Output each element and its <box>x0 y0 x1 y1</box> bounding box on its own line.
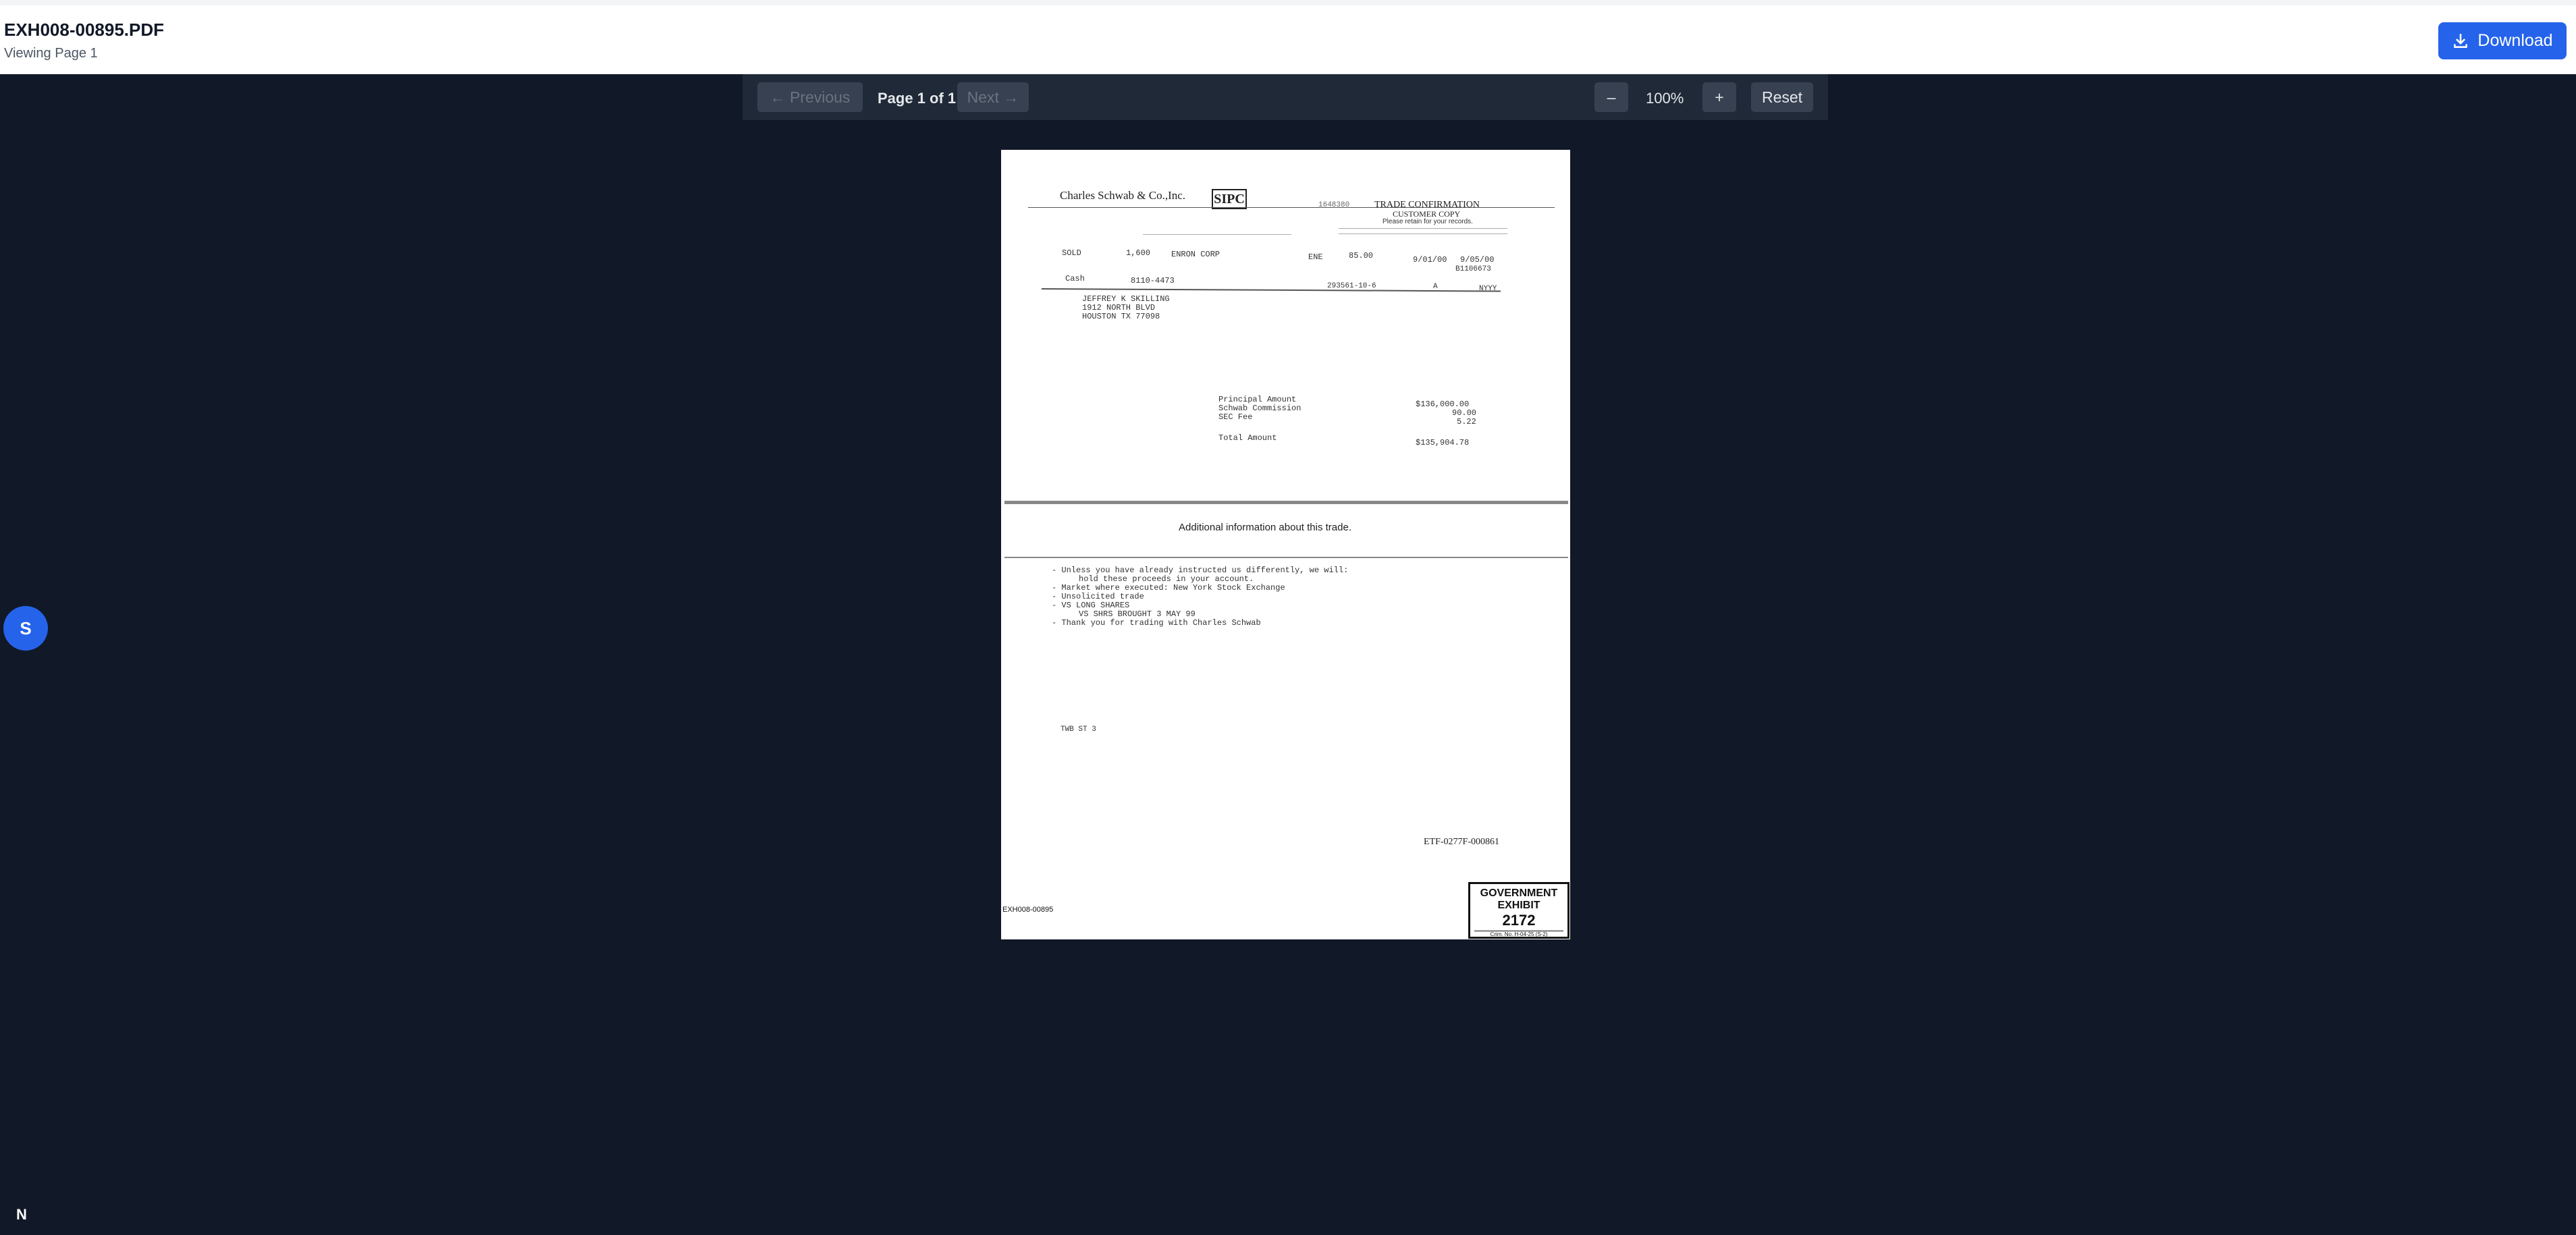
file-title: EXH008-00895.PDF <box>4 20 165 40</box>
security-description: ENRON CORP <box>1171 250 1220 259</box>
cusip-number: 293561-10-6 <box>1327 282 1376 290</box>
address-line-3: HOUSTON TX 77098 <box>1082 312 1160 321</box>
total-label: Total Amount <box>1218 433 1277 443</box>
divider <box>1028 207 1555 208</box>
file-subtitle: Viewing Page 1 <box>4 46 98 61</box>
section-rule <box>1004 557 1568 558</box>
reset-zoom-button[interactable]: Reset <box>1751 82 1813 112</box>
divider <box>1143 234 1291 235</box>
principal-value: $136,000.00 <box>1416 400 1470 409</box>
address-line-2: 1912 NORTH BLVD <box>1082 303 1156 312</box>
sec-fee-value: 5.22 <box>1457 417 1476 427</box>
stamp-line-1: GOVERNMENT <box>1480 887 1558 899</box>
trade-action: SOLD <box>1062 248 1081 258</box>
additional-info-heading: Additional information about this trade. <box>1179 522 1351 533</box>
zoom-in-button[interactable]: + <box>1702 82 1736 112</box>
note-line: - Unsolicited trade <box>1052 592 1144 601</box>
document-page: Charles Schwab & Co.,Inc. SIPC 1648380 T… <box>1001 150 1570 939</box>
divider <box>1041 288 1501 292</box>
note-line: - Market where executed: New York Stock … <box>1052 583 1285 593</box>
download-icon <box>2454 33 2468 48</box>
note-line: - Thank you for trading with Charles Sch… <box>1052 618 1261 628</box>
user-avatar[interactable]: S <box>3 606 48 651</box>
section-rule <box>1004 501 1568 504</box>
download-label: Download <box>2477 31 2553 50</box>
next-page-button[interactable]: Next → <box>957 82 1029 112</box>
stamp-case-number: Crim. No. H-04-25 (S-2) <box>1474 931 1563 937</box>
trade-price: 85.00 <box>1349 251 1374 260</box>
address-line-1: JEFFREY K SKILLING <box>1082 294 1170 304</box>
sec-fee-label: SEC Fee <box>1218 412 1253 422</box>
commission-value: 90.00 <box>1452 408 1477 418</box>
divider <box>1339 228 1507 229</box>
header-top-strip <box>0 0 2576 5</box>
account-number: 8110-4473 <box>1131 276 1175 285</box>
zoom-level: 100% <box>1646 90 1684 107</box>
government-exhibit-stamp: GOVERNMENT EXHIBIT 2172 Crim. No. H-04-2… <box>1468 882 1569 939</box>
trade-quantity: 1,600 <box>1126 248 1151 258</box>
page-indicator: Page 1 of 1 <box>878 90 957 107</box>
total-value: $135,904.78 <box>1416 438 1470 447</box>
app-logo: N <box>16 1206 27 1223</box>
security-symbol: ENE <box>1308 252 1323 262</box>
retain-notice: Please retain for your records. <box>1383 218 1473 225</box>
app-header: EXH008-00895.PDF Viewing Page 1 Download <box>0 0 2576 74</box>
note-line: hold these proceeds in your account. <box>1079 574 1254 584</box>
commission-label: Schwab Commission <box>1218 404 1302 413</box>
ref-number: 1648380 <box>1318 201 1350 209</box>
form-code: TWB ST 3 <box>1061 725 1096 734</box>
viewer-toolbar: ← Previous Page 1 of 1 Next → – 100% + R… <box>743 74 1828 120</box>
stamp-line-2: EXHIBIT <box>1497 900 1540 911</box>
account-type: Cash <box>1065 274 1085 283</box>
note-line: - VS LONG SHARES <box>1052 601 1130 610</box>
note-line: - Unless you have already instructed us … <box>1052 566 1349 575</box>
principal-label: Principal Amount <box>1218 395 1297 404</box>
stamp-number: 2172 <box>1502 912 1536 929</box>
reference-code: B1106673 <box>1455 265 1491 273</box>
sipc-logo: SIPC <box>1212 189 1247 209</box>
company-name: Charles Schwab & Co.,Inc. <box>1060 189 1186 202</box>
trade-date: 9/01/00 <box>1413 255 1447 265</box>
etf-code: ETF-0277F-000861 <box>1424 837 1499 847</box>
exhibit-code: EXH008-00895 <box>1002 906 1054 914</box>
settlement-date: 9/05/00 <box>1460 255 1495 265</box>
download-button[interactable]: Download <box>2438 22 2567 59</box>
zoom-out-button[interactable]: – <box>1594 82 1628 112</box>
previous-page-button[interactable]: ← Previous <box>757 82 863 112</box>
note-line: VS SHRS BROUGHT 3 MAY 99 <box>1079 609 1196 619</box>
